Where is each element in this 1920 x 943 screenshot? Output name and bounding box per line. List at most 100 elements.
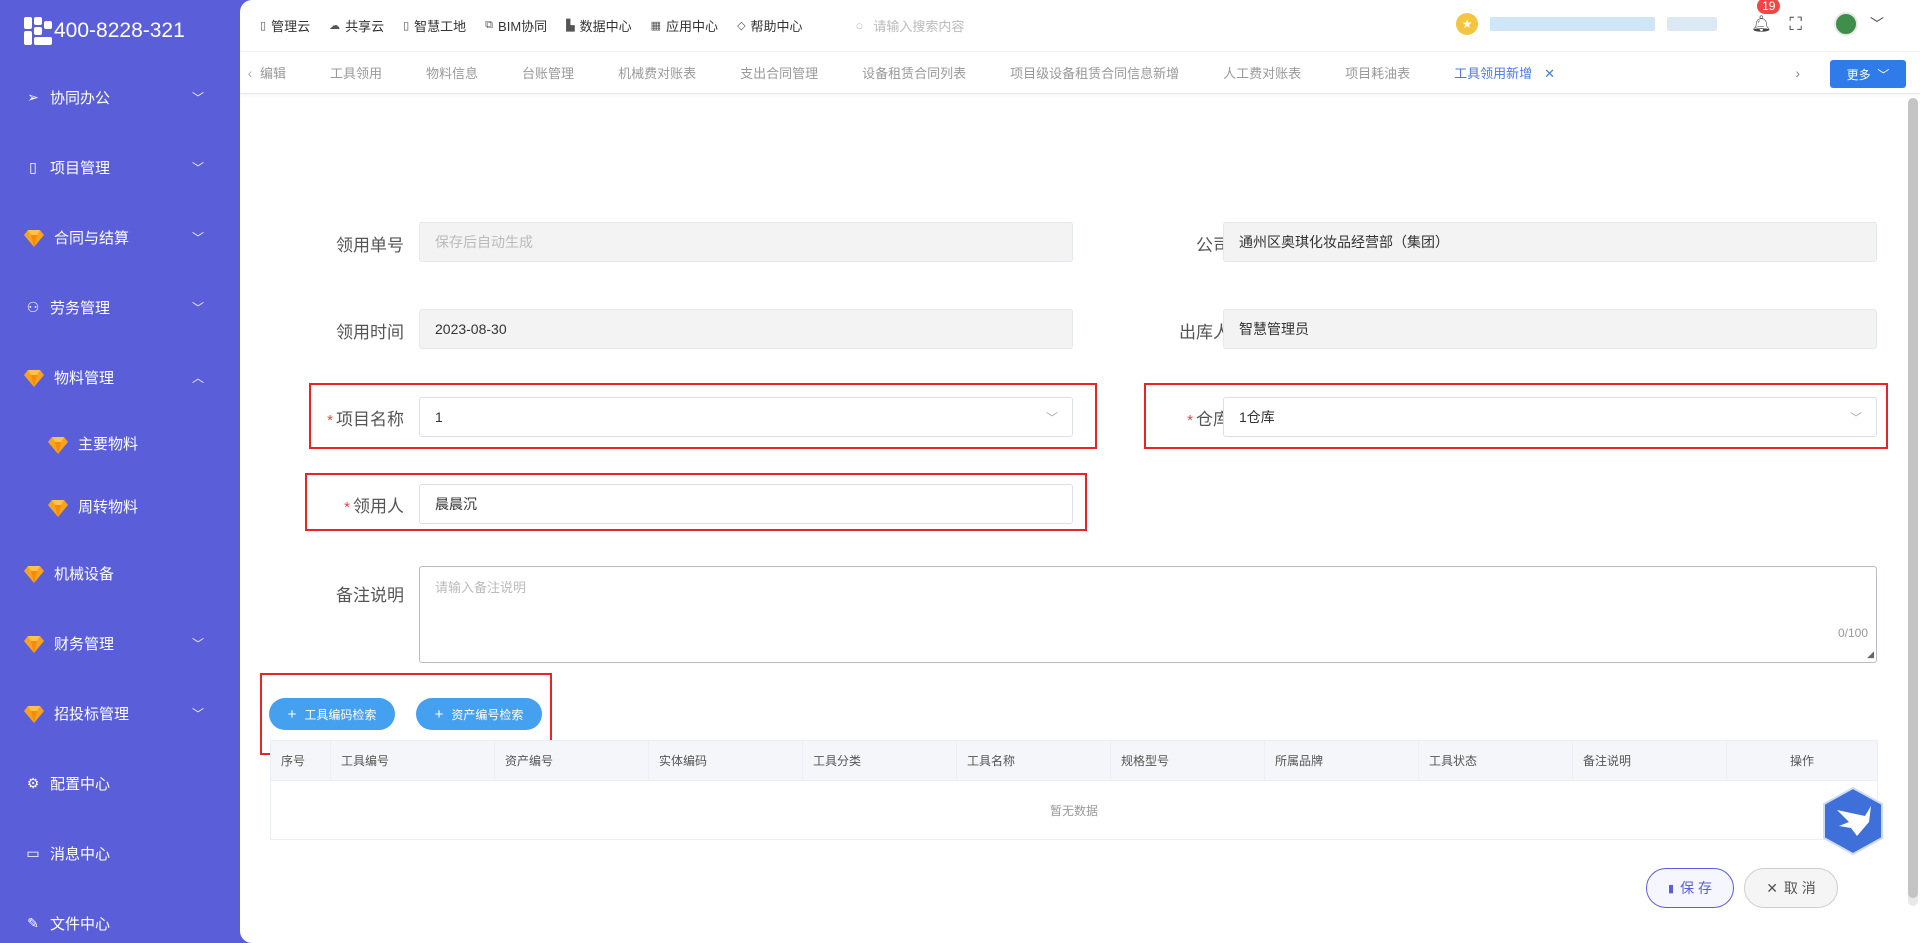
- sidebar-item-files[interactable]: ✎ 文件中心: [0, 888, 240, 943]
- project-label: * 项目名称: [327, 410, 404, 429]
- chevron-down-icon: ﹀: [191, 230, 204, 245]
- sidebar-item-machinery[interactable]: 机械设备: [0, 538, 240, 608]
- chevron-down-icon: ﹀: [1045, 410, 1058, 425]
- tab-tool-receive-add[interactable]: 工具领用新增 ✕: [1454, 63, 1555, 82]
- remark-counter: 0/100: [1837, 626, 1868, 640]
- assistant-bird-icon[interactable]: [1821, 786, 1885, 856]
- cancel-button[interactable]: ✕ 取 消: [1744, 868, 1838, 908]
- logo-icon: [24, 17, 52, 45]
- topnav-smart-site[interactable]: ▯ 智慧工地: [403, 16, 466, 35]
- bell-icon[interactable]: 🔔︎ 19: [1751, 0, 1781, 34]
- topnav-bim[interactable]: ⧉ BIM协同: [485, 16, 547, 35]
- message-icon: ▭: [26, 844, 40, 861]
- scrollbar-thumb[interactable]: [1908, 98, 1918, 898]
- gem-icon: [24, 229, 44, 247]
- remark-textarea[interactable]: 请输入备注说明 0/100 ◢: [419, 566, 1877, 663]
- user-extra-redacted: [1667, 17, 1718, 31]
- bar-chart-icon: ▙: [566, 20, 575, 32]
- company-label: 公司: [1196, 236, 1230, 255]
- doc-icon: ▯: [403, 20, 410, 32]
- main-panel: ▯ 管理云 ☁ 共享云 ▯ 智慧工地 ⧉ BIM协同 ▙ 数据中心 ▦ 应用中心 ◇ 帮助中心…: [240, 0, 1920, 943]
- chevron-down-icon: ﹀: [1877, 67, 1890, 82]
- th-actions: 操作: [1789, 754, 1814, 768]
- tab-project-lease-add[interactable]: 项目级设备租赁合同信息新增: [1010, 63, 1179, 82]
- th-asset-no: 资产编号: [495, 740, 649, 781]
- cloud-icon: ☁: [329, 20, 341, 32]
- table-header: 序号 工具编号 资产编号 实体编码 工具分类 工具名称 规格型号 所属品牌 工具…: [271, 740, 1877, 781]
- tab-expense-contract[interactable]: 支出合同管理: [740, 63, 818, 82]
- sidebar: 400-8228-321 ➢ 协同办公 ﹀ ▯ 项目管理 ﹀ 合同与结算 ﹀ ⚇…: [0, 0, 240, 943]
- sidebar-item-contract[interactable]: 合同与结算 ﹀: [0, 202, 240, 272]
- topnav-data-center[interactable]: ▙ 数据中心: [566, 16, 631, 35]
- th-tool-name: 工具名称: [957, 740, 1111, 781]
- tab-fuel-table[interactable]: 项目耗油表: [1345, 63, 1410, 82]
- asset-code-search-button[interactable]: + 资产编号检索: [416, 698, 542, 730]
- order-no-label: 领用单号: [336, 236, 404, 255]
- chevron-down-icon: ﹀: [1849, 410, 1862, 425]
- user-name-redacted: [1490, 17, 1656, 31]
- avatar[interactable]: [1834, 12, 1858, 36]
- chevron-down-icon[interactable]: ﹀: [1870, 14, 1884, 34]
- time-input: 2023-08-30: [419, 309, 1073, 349]
- receiver-input[interactable]: 晨晨沉: [419, 484, 1073, 524]
- tab-material-info[interactable]: 物料信息: [426, 63, 478, 82]
- sidebar-subitem-turnover-material[interactable]: 周转物料: [0, 475, 240, 538]
- company-input: 通州区奥琪化妆品经营部（集团）: [1223, 222, 1877, 262]
- tab-machinery-statement[interactable]: 机械费对账表: [618, 63, 696, 82]
- sidebar-item-config[interactable]: ⚙ 配置中心: [0, 748, 240, 818]
- topnav-app-center[interactable]: ▦ 应用中心: [651, 16, 718, 35]
- topnav-share-cloud[interactable]: ☁ 共享云: [329, 16, 384, 35]
- tab-scroll-left-icon[interactable]: ‹: [240, 65, 260, 81]
- file-icon: ▮: [1668, 882, 1675, 895]
- table-empty: 暂无数据: [1049, 803, 1098, 818]
- grid-icon: ▦: [650, 20, 662, 32]
- plus-icon: +: [287, 705, 297, 723]
- th-remark: 备注说明: [1573, 740, 1727, 781]
- topnav-help-center[interactable]: ◇ 帮助中心: [737, 16, 802, 35]
- tab-bar: ‹ 编辑 工具领用 物料信息 台账管理 机械费对账表 支出合同管理 设备租赁合同…: [240, 52, 1920, 94]
- fullscreen-icon[interactable]: ⛶: [1789, 14, 1802, 35]
- project-select[interactable]: 1 ﹀: [419, 397, 1073, 437]
- sidebar-nav: ➢ 协同办公 ﹀ ▯ 项目管理 ﹀ 合同与结算 ﹀ ⚇ 劳务管理 ﹀ 物料管理 …: [0, 62, 240, 943]
- tab-scroll-right-icon[interactable]: ›: [1795, 65, 1800, 81]
- chevron-down-icon: ﹀: [191, 706, 204, 721]
- tab-ledger[interactable]: 台账管理: [522, 63, 574, 82]
- topnav-management-cloud[interactable]: ▯ 管理云: [260, 16, 310, 35]
- outbound-input: 智慧管理员: [1223, 309, 1877, 349]
- tab-labor-statement[interactable]: 人工费对账表: [1223, 63, 1301, 82]
- tab-equipment-lease-list[interactable]: 设备租赁合同列表: [862, 63, 966, 82]
- sidebar-item-finance[interactable]: 财务管理 ﹀: [0, 608, 240, 678]
- tab-tool-receive[interactable]: 工具领用: [330, 63, 382, 82]
- tab-edit[interactable]: 编辑: [260, 63, 286, 82]
- sidebar-item-messages[interactable]: ▭ 消息中心: [0, 818, 240, 888]
- time-label: 领用时间: [336, 323, 404, 342]
- sidebar-item-material[interactable]: 物料管理 ︿: [0, 342, 240, 412]
- th-tool-status: 工具状态: [1419, 740, 1573, 781]
- logo-text: 400-8228-321: [54, 19, 185, 42]
- save-button[interactable]: ▮ 保 存: [1646, 868, 1734, 908]
- warehouse-select[interactable]: 1仓库 ﹀: [1223, 397, 1877, 437]
- th-entity-code: 实体编码: [649, 740, 803, 781]
- close-icon[interactable]: ✕: [1544, 66, 1555, 81]
- sidebar-item-labor[interactable]: ⚇ 劳务管理 ﹀: [0, 272, 240, 342]
- diamond-icon: ◇: [737, 20, 746, 32]
- gear-icon: ⚙: [26, 774, 40, 791]
- sidebar-item-collab[interactable]: ➢ 协同办公 ﹀: [0, 62, 240, 132]
- more-button[interactable]: 更多 ﹀: [1830, 60, 1906, 88]
- search-input[interactable]: 请输入搜索内容: [873, 16, 964, 35]
- logo[interactable]: 400-8228-321: [0, 0, 240, 62]
- tool-code-search-button[interactable]: + 工具编码检索: [269, 698, 395, 730]
- chevron-down-icon: ﹀: [191, 160, 204, 175]
- th-spec-model: 规格型号: [1111, 740, 1265, 781]
- sidebar-item-bidding[interactable]: 招投标管理 ﹀: [0, 678, 240, 748]
- sidebar-item-project[interactable]: ▯ 项目管理 ﹀: [0, 132, 240, 202]
- global-search[interactable]: ○ 请输入搜索内容: [856, 16, 965, 35]
- send-icon: ➢: [27, 88, 39, 105]
- user-icon: ⚇: [26, 298, 40, 315]
- resize-handle-icon[interactable]: ◢: [1867, 649, 1874, 660]
- gem-icon: [24, 565, 44, 583]
- order-no-input: 保存后自动生成: [419, 222, 1073, 262]
- gem-icon: [48, 499, 68, 517]
- gem-icon: [24, 369, 44, 387]
- sidebar-subitem-main-material[interactable]: 主要物料: [0, 412, 240, 475]
